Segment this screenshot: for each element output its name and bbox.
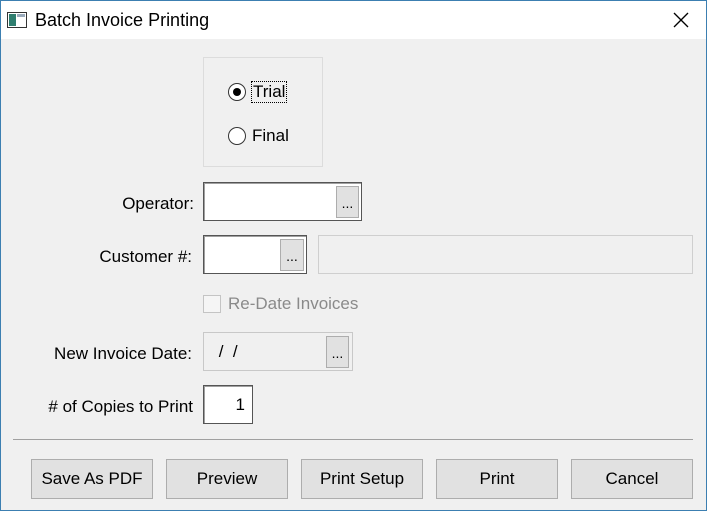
close-button[interactable]: [663, 3, 699, 37]
mode-radio-group: Trial Final: [203, 57, 323, 167]
customer-name-field: [318, 235, 693, 274]
radio-trial-label: Trial: [250, 81, 288, 103]
print-setup-button[interactable]: Print Setup: [301, 459, 423, 499]
save-as-pdf-button[interactable]: Save As PDF: [31, 459, 153, 499]
new-invoice-date-label: New Invoice Date:: [54, 344, 192, 363]
date-picker-button[interactable]: ...: [326, 336, 349, 368]
preview-button[interactable]: Preview: [166, 459, 288, 499]
operator-label: Operator:: [122, 194, 194, 213]
radio-final-indicator[interactable]: [228, 127, 246, 145]
copies-input[interactable]: 1: [203, 385, 253, 424]
redate-checkbox-label: Re-Date Invoices: [228, 294, 359, 313]
radio-final-label: Final: [252, 126, 289, 145]
batch-invoice-dialog: Batch Invoice Printing Trial Final Opera…: [0, 0, 707, 511]
new-invoice-date-value: / /: [214, 342, 238, 361]
window-title: Batch Invoice Printing: [35, 10, 210, 30]
operator-lookup-button[interactable]: ...: [336, 186, 359, 218]
cancel-button[interactable]: Cancel: [571, 459, 693, 499]
customer-lookup-button[interactable]: ...: [280, 239, 304, 271]
customer-number-label: Customer #:: [99, 247, 192, 266]
copies-label: # of Copies to Print: [48, 397, 193, 416]
print-button[interactable]: Print: [436, 459, 558, 499]
redate-checkbox-box[interactable]: [203, 295, 221, 313]
radio-trial-indicator[interactable]: [228, 83, 246, 101]
close-icon: [673, 12, 689, 28]
title-bar: Batch Invoice Printing: [1, 1, 706, 39]
app-window-icon: [7, 12, 27, 28]
radio-final[interactable]: Final: [228, 126, 289, 146]
redate-invoices-checkbox[interactable]: Re-Date Invoices: [203, 294, 358, 314]
radio-trial[interactable]: Trial: [228, 81, 288, 103]
copies-value: 1: [235, 395, 245, 414]
button-separator: [13, 439, 693, 440]
